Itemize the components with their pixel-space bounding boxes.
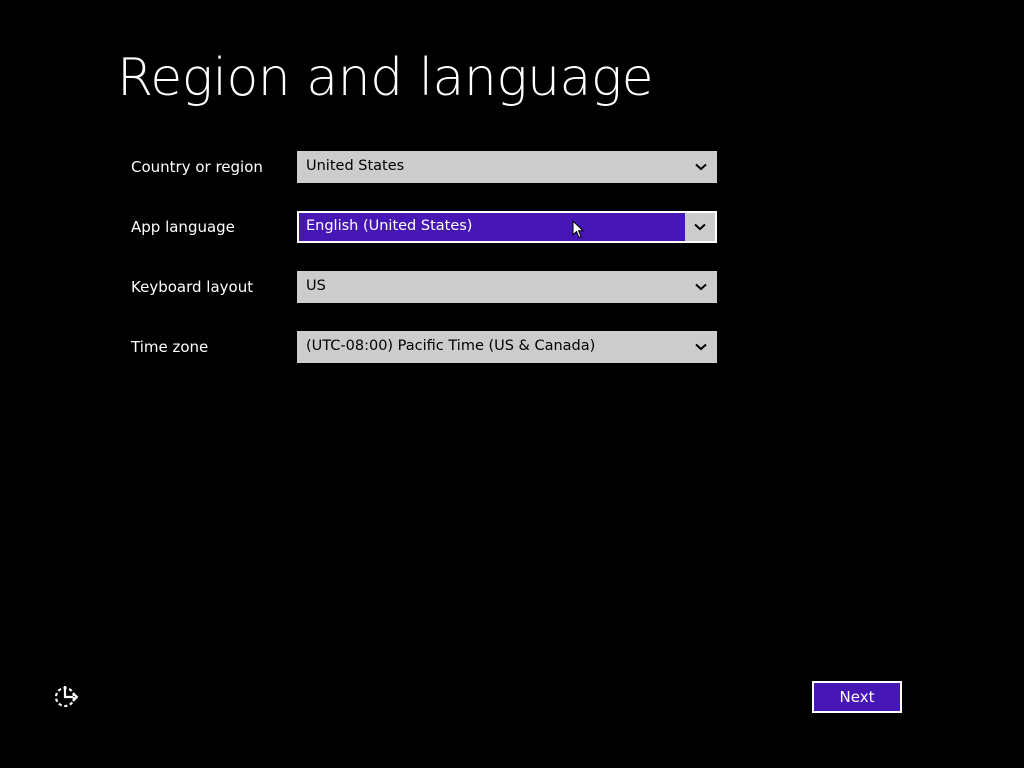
setup-page: Region and language Country or region Un…: [0, 0, 1024, 768]
keyboard-layout-dropdown[interactable]: US: [297, 271, 717, 303]
time-zone-value: (UTC-08:00) Pacific Time (US & Canada): [306, 338, 596, 354]
app-language-dropdown[interactable]: English (United States): [297, 211, 717, 243]
page-title: Region and language: [117, 48, 654, 108]
country-region-label: Country or region: [131, 158, 263, 176]
chevron-down-icon[interactable]: [685, 271, 717, 303]
country-region-dropdown[interactable]: United States: [297, 151, 717, 183]
time-zone-label: Time zone: [131, 338, 209, 356]
time-zone-row: Time zone (UTC-08:00) Pacific Time (US &…: [131, 331, 731, 363]
country-region-value: United States: [306, 158, 405, 174]
chevron-down-icon[interactable]: [685, 151, 717, 183]
app-language-value: English (United States): [306, 218, 473, 234]
keyboard-layout-label: Keyboard layout: [131, 278, 254, 296]
chevron-down-icon[interactable]: [685, 331, 717, 363]
country-region-row: Country or region United States: [131, 151, 731, 183]
next-button[interactable]: Next: [812, 681, 902, 713]
keyboard-layout-row: Keyboard layout US: [131, 271, 731, 303]
app-language-row: App language English (United States): [131, 211, 731, 243]
ease-of-access-icon[interactable]: [51, 682, 81, 712]
chevron-down-icon[interactable]: [685, 213, 715, 241]
app-language-label: App language: [131, 218, 235, 236]
time-zone-dropdown[interactable]: (UTC-08:00) Pacific Time (US & Canada): [297, 331, 717, 363]
keyboard-layout-value: US: [306, 278, 326, 294]
